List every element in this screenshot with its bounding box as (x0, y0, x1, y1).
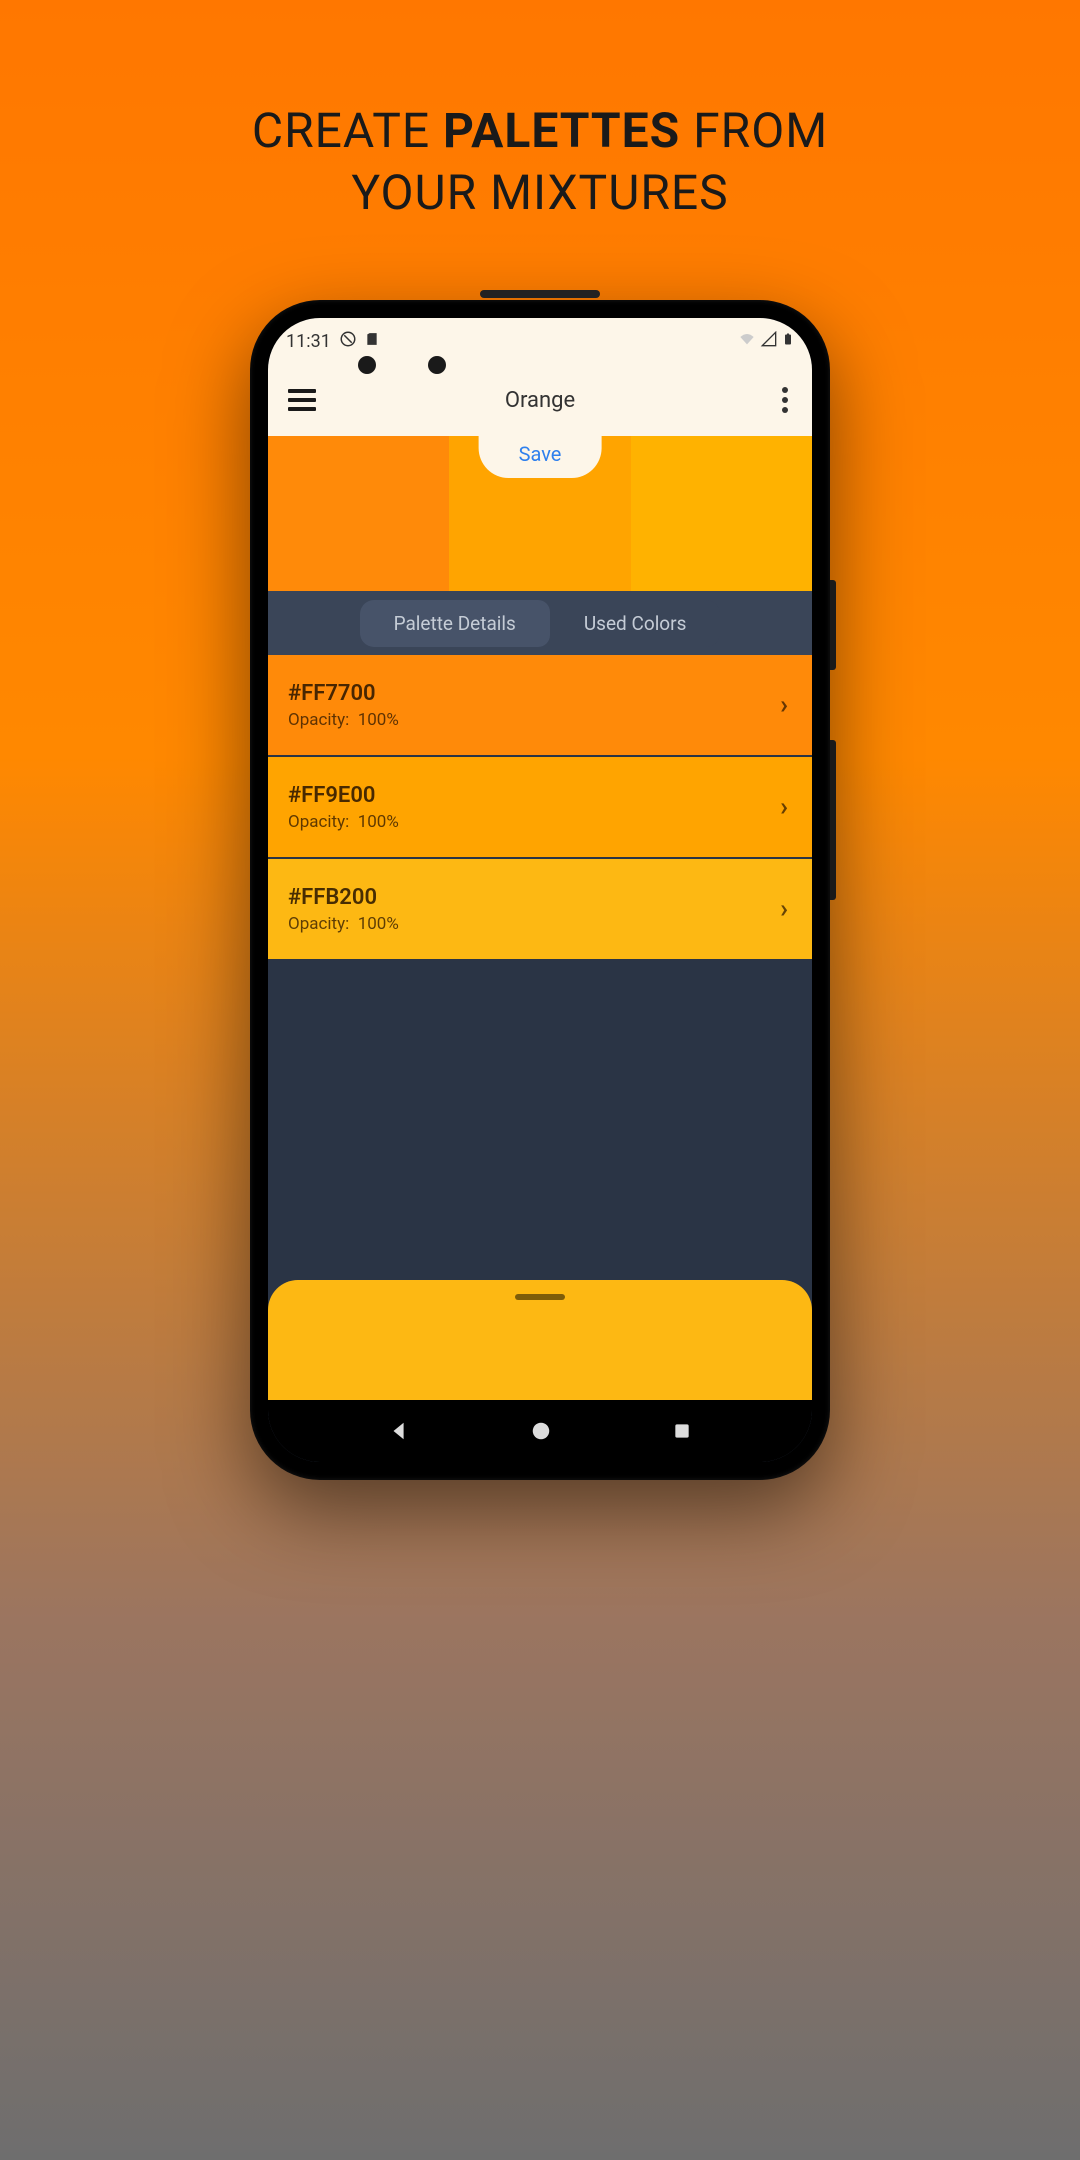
promo-heading: CREATE PALETTES FROM YOUR MIXTURES (0, 0, 1080, 225)
chevron-right-icon: › (780, 894, 788, 924)
tab-palette-details[interactable]: Palette Details (360, 600, 550, 647)
nav-recent-button[interactable] (672, 1421, 692, 1441)
phone-camera (428, 356, 446, 374)
phone-side-button (830, 740, 836, 900)
do-not-disturb-icon (339, 330, 357, 353)
nav-home-button[interactable] (530, 1420, 552, 1442)
android-nav-bar (268, 1400, 812, 1462)
battery-icon (782, 330, 794, 353)
promo-text-line2: YOUR MIXTURES (0, 162, 1080, 224)
color-opacity: Opacity: 100% (288, 710, 399, 730)
more-options-button[interactable] (778, 383, 792, 417)
color-opacity: Opacity: 100% (288, 914, 399, 934)
nav-back-button[interactable] (388, 1420, 410, 1442)
swatch-1[interactable] (268, 436, 449, 591)
phone-frame: 11:31 (250, 300, 830, 1480)
menu-button[interactable] (288, 389, 316, 411)
wifi-icon (738, 331, 756, 352)
color-hex: #FFB200 (288, 885, 399, 910)
color-row[interactable]: #FF9E00 Opacity: 100% › (268, 757, 812, 857)
status-time: 11:31 (286, 331, 331, 352)
save-button[interactable]: Save (479, 436, 602, 478)
page-title: Orange (505, 388, 575, 413)
phone-camera (358, 356, 376, 374)
app-bar: Orange (268, 364, 812, 436)
color-opacity: Opacity: 100% (288, 812, 399, 832)
bottom-sheet[interactable] (268, 1280, 812, 1400)
status-bar: 11:31 (268, 318, 812, 364)
color-row[interactable]: #FFB200 Opacity: 100% › (268, 859, 812, 959)
drag-handle-icon[interactable] (515, 1294, 565, 1300)
promo-text: FROM (680, 102, 828, 159)
phone-speaker (480, 290, 600, 298)
palette-preview: Save (268, 436, 812, 591)
promo-text: CREATE (252, 102, 443, 159)
tab-bar: Palette Details Used Colors (268, 591, 812, 655)
color-hex: #FF9E00 (288, 783, 399, 808)
promo-text-bold: PALETTES (443, 102, 680, 159)
chevron-right-icon: › (780, 792, 788, 822)
swatch-3[interactable] (631, 436, 812, 591)
signal-icon (760, 331, 778, 352)
sd-card-icon (365, 330, 379, 353)
color-row[interactable]: #FF7700 Opacity: 100% › (268, 655, 812, 755)
tab-used-colors[interactable]: Used Colors (550, 600, 721, 647)
phone-side-button (830, 580, 836, 670)
color-hex: #FF7700 (288, 681, 399, 706)
chevron-right-icon: › (780, 690, 788, 720)
